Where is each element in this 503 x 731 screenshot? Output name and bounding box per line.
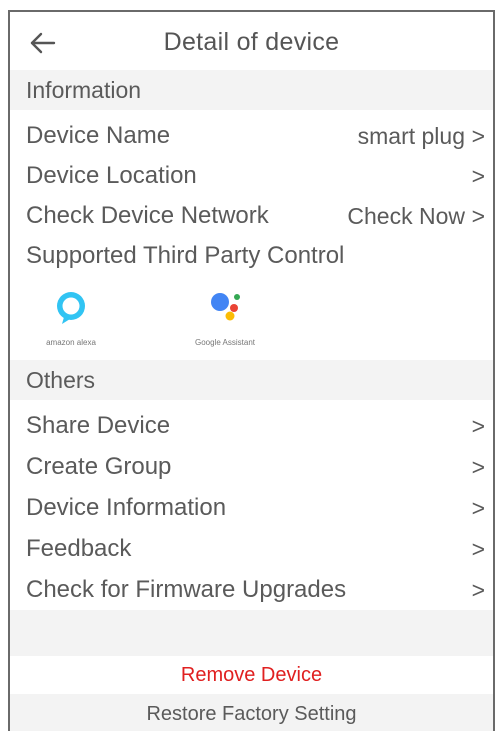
row-value: smart plug — [357, 123, 465, 149]
row-label: Device Information — [26, 494, 227, 521]
section-header-others: Others — [10, 360, 493, 400]
google-assistant-caption: Google Assistant — [194, 338, 256, 347]
chevron-right-icon: > — [471, 495, 485, 521]
device-information-row[interactable]: Device Information > — [10, 488, 493, 528]
row-label: Share Device — [26, 412, 171, 439]
restore-factory-button[interactable]: Restore Factory Setting — [10, 694, 493, 731]
third-party-logos: amazon alexa Google Assistant — [10, 282, 493, 352]
row-label: Create Group — [26, 453, 172, 480]
alexa-icon — [57, 292, 85, 324]
row-label: Check for Firmware Upgrades — [26, 576, 347, 603]
chevron-right-icon: > — [471, 577, 485, 603]
chevron-right-icon: > — [471, 203, 485, 229]
google-assistant-logo[interactable]: Google Assistant — [170, 282, 280, 352]
check-now-link[interactable]: Check Now — [347, 196, 465, 236]
row-label: Device Name — [26, 122, 171, 149]
page-title: Detail of device — [163, 28, 340, 56]
top-bar: Detail of device — [10, 26, 493, 70]
chevron-right-icon: > — [471, 413, 485, 439]
chevron-right-icon: > — [471, 454, 485, 480]
chevron-right-icon: > — [471, 536, 485, 562]
firmware-upgrade-row[interactable]: Check for Firmware Upgrades > — [10, 570, 493, 610]
chevron-right-icon: > — [471, 163, 485, 189]
third-party-control-row: Supported Third Party Control — [10, 236, 493, 276]
remove-device-button[interactable]: Remove Device — [10, 656, 493, 694]
check-device-network-row[interactable]: Check Device Network Check Now > — [10, 196, 493, 236]
row-label: Check Device Network — [26, 202, 269, 229]
create-group-row[interactable]: Create Group > — [10, 447, 493, 487]
row-label: Device Location — [26, 162, 197, 189]
divider-band — [10, 610, 493, 656]
row-label: Supported Third Party Control — [26, 242, 345, 269]
share-device-row[interactable]: Share Device > — [10, 406, 493, 446]
device-detail-screen: Detail of device Information Device Name… — [8, 10, 495, 731]
device-name-row[interactable]: Device Name smart plug > — [10, 116, 493, 156]
row-label: Feedback — [26, 535, 132, 562]
google-assistant-icon — [211, 293, 240, 321]
alexa-caption: amazon alexa — [46, 338, 96, 347]
alexa-logo[interactable]: amazon alexa — [16, 282, 126, 352]
chevron-right-icon: > — [471, 123, 485, 149]
section-header-information: Information — [10, 70, 493, 110]
feedback-row[interactable]: Feedback > — [10, 529, 493, 569]
device-location-row[interactable]: Device Location > — [10, 156, 493, 196]
